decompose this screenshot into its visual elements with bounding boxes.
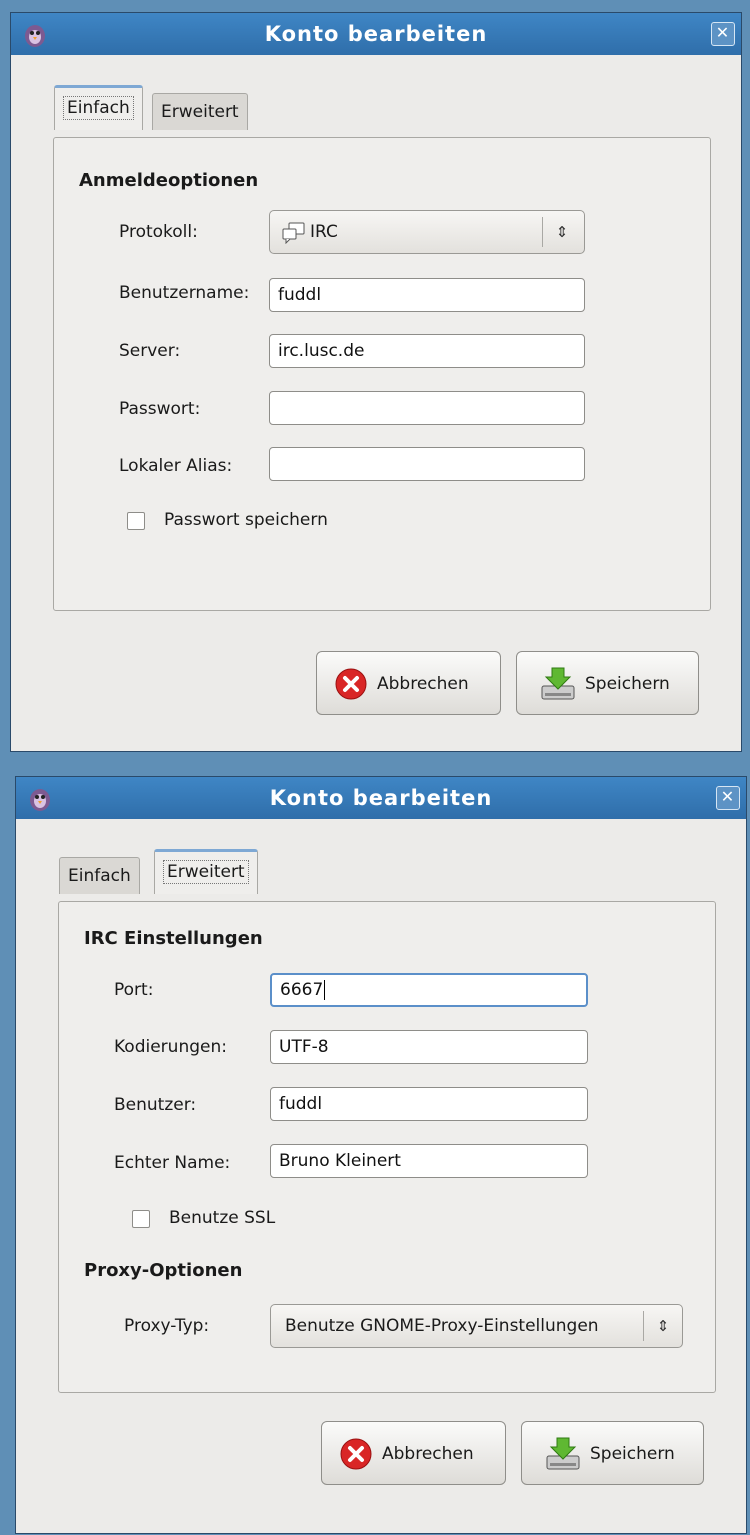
window-title: Konto bearbeiten [269,786,493,810]
port-value: 6667 [280,980,324,1000]
red-x-icon [335,668,367,700]
password-label: Passwort: [119,399,201,419]
encodings-field[interactable]: UTF-8 [270,1030,588,1064]
password-field[interactable] [269,391,585,425]
protocol-label: Protokoll: [119,222,198,242]
edit-account-dialog-advanced: Konto bearbeiten ✕ Einfach Erweitert IRC… [15,776,747,1534]
tab-einfach-label: Einfach [68,866,131,886]
section-title-proxy-options: Proxy-Optionen [84,1260,243,1281]
save-drive-icon [541,667,575,700]
tab-erweitert[interactable]: Erweitert [154,849,258,894]
chat-bubbles-icon [282,222,305,244]
use-ssl-label[interactable]: Benutze SSL [169,1208,275,1228]
server-field[interactable]: irc.lusc.de [269,334,585,368]
cancel-button[interactable]: Abbrechen [321,1421,506,1485]
alias-field[interactable] [269,447,585,481]
close-icon[interactable]: ✕ [716,786,740,810]
edit-account-dialog-basic: Konto bearbeiten ✕ Einfach Erweitert Anm… [10,12,742,752]
remember-password-label[interactable]: Passwort speichern [164,510,328,530]
protocol-select[interactable]: IRC ⇕ [269,210,585,254]
combo-separator [542,217,543,247]
port-label: Port: [114,980,154,1000]
title-bar[interactable]: Konto bearbeiten ✕ [11,13,741,55]
username-field[interactable]: fuddl [269,278,585,312]
cancel-label: Abbrechen [377,674,469,694]
red-x-icon [340,1438,372,1470]
pidgin-icon[interactable] [26,784,54,812]
section-title-login-options: Anmeldeoptionen [79,170,259,191]
combo-separator [643,1311,644,1341]
cancel-label: Abbrechen [382,1444,474,1464]
user-label: Benutzer: [114,1095,197,1115]
pidgin-icon[interactable] [21,20,49,48]
realname-label: Echter Name: [114,1153,231,1173]
tab-einfach-label: Einfach [63,96,134,120]
tab-panel: IRC Einstellungen Port: 6667 Kodierungen… [58,901,716,1393]
tab-erweitert-label: Erweitert [163,860,249,884]
save-label: Speichern [590,1444,675,1464]
tab-erweitert-label: Erweitert [161,102,239,122]
remember-password-checkbox[interactable] [127,512,145,530]
save-label: Speichern [585,674,670,694]
save-button[interactable]: Speichern [516,651,699,715]
updown-arrows-icon: ⇕ [656,1317,670,1335]
username-label: Benutzername: [119,283,250,303]
save-button[interactable]: Speichern [521,1421,704,1485]
updown-arrows-icon: ⇕ [555,223,569,241]
proxy-type-select[interactable]: Benutze GNOME-Proxy-Einstellungen ⇕ [270,1304,683,1348]
server-label: Server: [119,341,181,361]
use-ssl-checkbox[interactable] [132,1210,150,1228]
close-icon[interactable]: ✕ [711,22,735,46]
realname-field[interactable]: Bruno Kleinert [270,1144,588,1178]
window-title: Konto bearbeiten [264,22,488,46]
tab-erweitert[interactable]: Erweitert [152,93,248,130]
protocol-value: IRC [310,222,338,242]
user-field[interactable]: fuddl [270,1087,588,1121]
encodings-label: Kodierungen: [114,1037,227,1057]
title-bar[interactable]: Konto bearbeiten ✕ [16,777,746,819]
cancel-button[interactable]: Abbrechen [316,651,501,715]
proxy-type-value: Benutze GNOME-Proxy-Einstellungen [285,1316,599,1336]
tab-panel: Anmeldeoptionen Protokoll: IRC ⇕ Benutze… [53,137,711,611]
tab-einfach[interactable]: Einfach [59,857,140,894]
save-drive-icon [546,1437,580,1470]
port-field[interactable]: 6667 [270,973,588,1007]
alias-label: Lokaler Alias: [119,456,233,476]
proxy-type-label: Proxy-Typ: [124,1316,210,1336]
section-title-irc-settings: IRC Einstellungen [84,928,263,949]
tab-einfach[interactable]: Einfach [54,85,143,130]
